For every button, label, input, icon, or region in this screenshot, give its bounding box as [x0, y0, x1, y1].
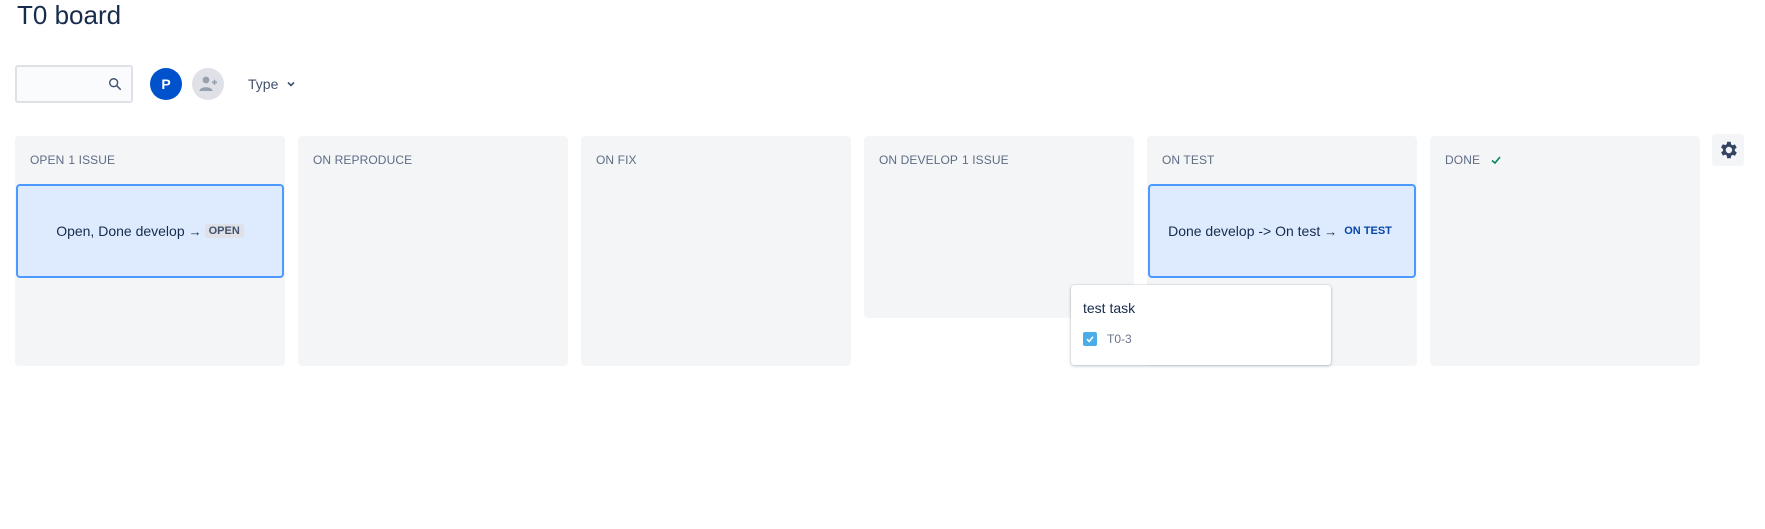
search-input[interactable] [17, 67, 107, 101]
column-title: ON TEST [1162, 153, 1215, 167]
column-open: OPEN 1 ISSUE Open, Done develop → OPEN [15, 136, 285, 366]
arrow-right-icon: → [188, 223, 202, 239]
checkbox-task-icon [1083, 332, 1097, 346]
column-on-reproduce: ON REPRODUCE [298, 136, 568, 366]
type-filter-label: Type [248, 76, 279, 92]
column-header: DONE [1445, 153, 1502, 167]
column-header: OPEN 1 ISSUE [30, 153, 115, 167]
column-title: ON FIX [596, 153, 637, 167]
popup-issue-row[interactable]: T0-3 [1083, 332, 1132, 346]
column-issue-count: 1 ISSUE [68, 153, 116, 167]
column-header: ON FIX [596, 153, 637, 167]
arrow-right-icon: → [1324, 223, 1338, 239]
search-icon [109, 78, 122, 91]
column-header: ON TEST [1162, 153, 1215, 167]
column-title: OPEN [30, 153, 65, 167]
column-header: ON REPRODUCE [313, 153, 412, 167]
column-title: ON DEVELOP [879, 153, 959, 167]
board-toolbar: P Type [15, 64, 296, 104]
column-on-fix: ON FIX [581, 136, 851, 366]
issue-key[interactable]: T0-3 [1107, 332, 1132, 346]
card-text: Done develop -> On test [1168, 223, 1321, 239]
column-done: DONE [1430, 136, 1700, 366]
chevron-down-icon [287, 81, 295, 87]
gear-icon [1721, 141, 1737, 159]
popup-issue-title: test task [1083, 300, 1136, 316]
transition-card[interactable]: Done develop -> On test → ON TEST [1148, 184, 1416, 278]
column-title: DONE [1445, 153, 1481, 167]
add-person-button[interactable] [192, 68, 224, 100]
check-icon [1491, 156, 1501, 165]
avatar[interactable]: P [150, 68, 182, 100]
type-filter-dropdown[interactable]: Type [248, 76, 296, 92]
issue-popup[interactable]: test task T0-3 [1071, 285, 1331, 365]
page-title: T0 board [17, 0, 122, 30]
status-lozenge: OPEN [204, 224, 244, 238]
column-title: ON REPRODUCE [313, 153, 413, 167]
status-lozenge: ON TEST [1344, 225, 1392, 237]
column-issue-count: 1 ISSUE [962, 153, 1009, 167]
search-input-wrapper[interactable] [15, 65, 133, 103]
card-text: Open, Done develop [56, 223, 185, 239]
add-person-icon [199, 76, 217, 91]
transition-card[interactable]: Open, Done develop → OPEN [16, 184, 284, 278]
board-settings-button[interactable] [1712, 134, 1744, 166]
column-header: ON DEVELOP 1 ISSUE [879, 153, 1009, 167]
